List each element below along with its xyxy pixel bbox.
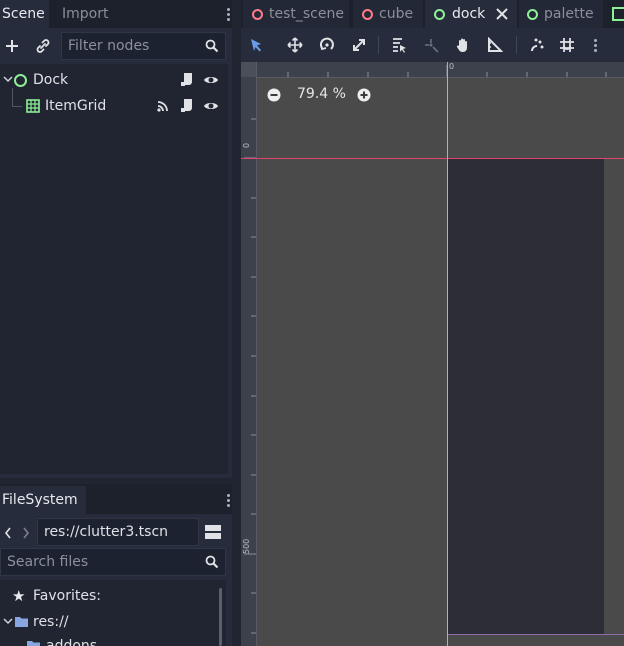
- signals-icon[interactable]: [156, 99, 170, 113]
- tab-dock-label: dock: [452, 6, 486, 22]
- control-rect-bottom-edge: [448, 634, 624, 635]
- collapse-arrow-icon[interactable]: [3, 76, 13, 84]
- instance-scene-icon[interactable]: [32, 35, 54, 57]
- ruler-v-label-bottom: 500: [242, 538, 251, 554]
- snap-options-icon[interactable]: [594, 37, 598, 54]
- tab-palette-label: palette: [544, 6, 594, 22]
- toolbar-separator: [378, 36, 379, 54]
- close-icon[interactable]: [496, 8, 508, 20]
- tree-node-itemgrid[interactable]: ItemGrid: [0, 88, 228, 118]
- control-node-icon: [14, 74, 27, 87]
- tree-node-itemgrid-label: ItemGrid: [45, 98, 107, 114]
- zoom-out-icon[interactable]: [267, 87, 281, 103]
- split-view-icon[interactable]: [203, 522, 223, 542]
- ruler-v-label-top: 0: [242, 142, 251, 148]
- tab-import-label: Import: [62, 6, 109, 22]
- tree-connector-h: [12, 106, 22, 107]
- grid-snap-icon[interactable]: [558, 36, 576, 54]
- folder-icon: [15, 617, 28, 627]
- tab-filesystem-label: FileSystem: [2, 492, 78, 508]
- scene-tab-icon: [362, 9, 373, 20]
- file-tree: ★ Favorites: res:// addons: [0, 580, 226, 646]
- collapse-arrow-icon[interactable]: [3, 618, 13, 626]
- search-icon: [204, 553, 220, 571]
- res-root-label: res://: [33, 614, 69, 630]
- scene-tab-icon: [434, 9, 445, 20]
- forward-arrow-icon[interactable]: [20, 522, 32, 544]
- scene-dock: Scene Import Filter nodes Dock ItemGrid: [0, 0, 232, 478]
- tab-import[interactable]: Import: [62, 0, 108, 28]
- scene-tree: Dock ItemGrid: [0, 64, 228, 474]
- tab-dock[interactable]: dock: [425, 0, 517, 28]
- x-axis-line: [241, 158, 624, 159]
- path-field[interactable]: res://clutter3.tscn: [37, 518, 199, 546]
- tree-node-dock-label: Dock: [33, 72, 69, 88]
- add-node-icon[interactable]: [2, 35, 22, 57]
- ruler-tool-icon[interactable]: [486, 36, 504, 54]
- star-icon: ★: [12, 587, 26, 605]
- visibility-eye-icon[interactable]: [203, 73, 219, 87]
- scale-tool-icon[interactable]: [350, 36, 368, 54]
- search-icon: [204, 37, 220, 55]
- folder-icon: [27, 641, 40, 646]
- canvas-toolbar: [241, 28, 624, 62]
- filter-nodes-placeholder: Filter nodes: [68, 38, 150, 54]
- tab-test-scene-label: test_scene: [269, 6, 344, 22]
- res-root-item[interactable]: res://: [0, 610, 218, 634]
- tab-filesystem[interactable]: FileSystem: [0, 486, 86, 514]
- pan-hand-icon[interactable]: [454, 36, 472, 54]
- search-files-input[interactable]: Search files: [0, 548, 226, 576]
- control-rect[interactable]: [448, 159, 604, 634]
- tab-test-scene[interactable]: test_scene: [243, 0, 349, 28]
- ruler-h-label: 0: [449, 62, 455, 71]
- grid-container-icon: [612, 7, 624, 21]
- scene-tab-icon: [252, 9, 263, 20]
- move-tool-icon[interactable]: [286, 36, 304, 54]
- zoom-in-icon[interactable]: [356, 87, 372, 103]
- pivot-tool-icon[interactable]: [422, 36, 440, 54]
- tab-palette[interactable]: palette: [519, 0, 603, 28]
- toolbar-separator: [516, 36, 517, 54]
- list-select-icon[interactable]: [390, 36, 408, 54]
- tree-connector: [12, 88, 13, 106]
- filter-nodes-input[interactable]: Filter nodes: [61, 32, 226, 60]
- scene-tab-icon: [527, 9, 538, 20]
- back-arrow-icon[interactable]: [2, 522, 14, 544]
- grid-container-icon: [26, 99, 40, 113]
- path-field-value: res://clutter3.tscn: [44, 524, 169, 540]
- script-icon[interactable]: [180, 98, 194, 114]
- search-files-placeholder: Search files: [7, 554, 89, 570]
- addons-label: addons: [46, 638, 98, 646]
- zoom-level[interactable]: 79.4 %: [297, 86, 346, 102]
- filesystem-dock: FileSystem res://clutter3.tscn Search fi…: [0, 484, 232, 646]
- tree-node-dock[interactable]: Dock: [0, 68, 228, 92]
- scene-dock-menu-icon[interactable]: [227, 6, 231, 23]
- tab-cube-label: cube: [379, 6, 414, 22]
- script-icon[interactable]: [180, 72, 194, 88]
- favorites-label: Favorites:: [33, 588, 101, 604]
- addons-item[interactable]: addons: [0, 634, 218, 646]
- favorites-item[interactable]: ★ Favorites:: [0, 584, 218, 608]
- tab-scene-label: Scene: [2, 6, 45, 22]
- visibility-eye-icon[interactable]: [203, 99, 219, 113]
- tab-cube[interactable]: cube: [353, 0, 423, 28]
- rotate-tool-icon[interactable]: [318, 36, 336, 54]
- file-tree-scrollbar[interactable]: [219, 588, 222, 646]
- tab-scene[interactable]: Scene: [0, 0, 49, 28]
- select-tool-icon[interactable]: [247, 36, 265, 54]
- y-axis-line: [447, 62, 448, 646]
- canvas-viewport[interactable]: 0 0 500 79.4 %: [241, 62, 624, 646]
- smart-snap-icon[interactable]: [528, 36, 546, 54]
- filesystem-menu-icon[interactable]: [227, 492, 231, 509]
